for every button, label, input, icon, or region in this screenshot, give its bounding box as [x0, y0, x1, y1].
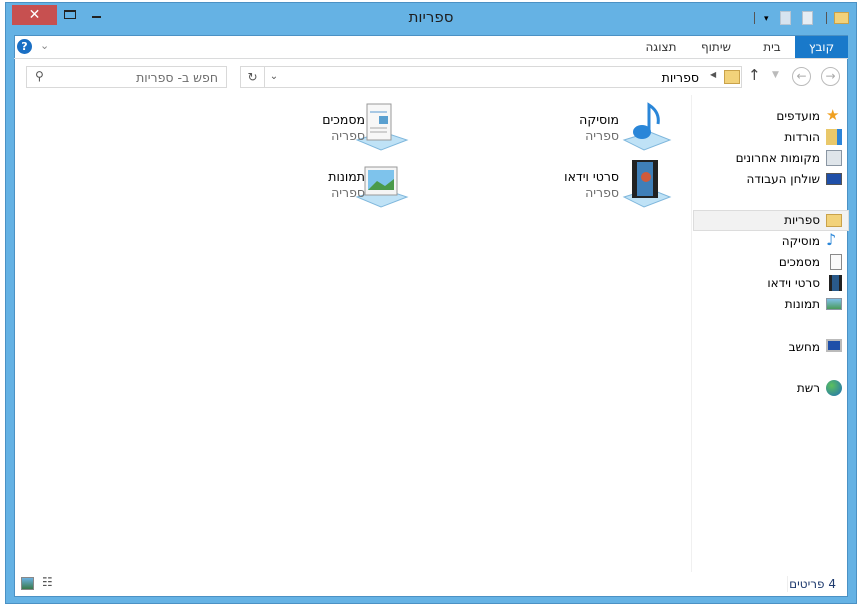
breadcrumb-arrow-icon[interactable]: ◀ — [710, 70, 716, 79]
address-dropdown-icon[interactable]: ⌄ — [265, 67, 283, 87]
nav-label: רשת — [796, 381, 820, 395]
videos-icon — [829, 275, 842, 291]
properties-icon[interactable] — [780, 11, 791, 25]
nav-label: מחשב — [788, 340, 820, 354]
library-folder-icon — [724, 70, 740, 84]
navigation-pane: מועדפים ★ הורדות מקומות אחרונים שולחן העב… — [692, 95, 849, 572]
library-item-pictures[interactable]: תמונות ספריה — [265, 157, 420, 209]
item-name: מוסיקה — [579, 112, 619, 127]
item-type: ספריה — [585, 185, 619, 200]
tab-home[interactable]: בית — [752, 36, 792, 58]
library-item-videos[interactable]: סרטי וידאו ספריה — [520, 157, 675, 209]
nav-videos[interactable]: סרטי וידאו — [767, 273, 842, 293]
nav-downloads[interactable]: הורדות — [784, 127, 842, 147]
pictures-icon — [826, 298, 842, 310]
folder-icon — [834, 12, 849, 24]
breadcrumb-libraries[interactable]: ספריות — [662, 70, 699, 85]
search-icon: ⚲ — [35, 69, 44, 83]
downloads-icon — [826, 129, 842, 145]
item-type: ספריה — [331, 128, 365, 143]
nav-network[interactable]: רשת — [796, 378, 842, 398]
item-count: 4 פריטים — [789, 577, 836, 591]
nav-pictures[interactable]: תמונות — [784, 294, 842, 314]
documents-library-icon — [355, 103, 409, 151]
nav-label: מקומות אחרונים — [735, 151, 820, 165]
ribbon-divider — [14, 58, 848, 59]
customize-toolbar-icon[interactable]: ▾ — [764, 14, 769, 24]
forward-button[interactable]: → — [821, 67, 840, 86]
pictures-library-icon — [355, 166, 409, 208]
item-type: ספריה — [585, 128, 619, 143]
nav-label: תמונות — [784, 297, 820, 311]
nav-label: מסמכים — [778, 255, 820, 269]
large-icons-view-icon[interactable] — [21, 577, 34, 590]
computer-icon — [826, 339, 842, 352]
search-placeholder: חפש ב- ספריות — [136, 70, 218, 85]
nav-label: שולחן העבודה — [746, 172, 820, 186]
nav-documents[interactable]: מסמכים — [778, 252, 842, 272]
tab-file[interactable]: קובץ — [795, 36, 848, 58]
nav-label: מוסיקה — [781, 234, 820, 248]
search-input[interactable]: ⚲ חפש ב- ספריות — [26, 66, 227, 88]
expand-ribbon-icon[interactable]: ⌄ — [40, 39, 49, 52]
library-item-documents[interactable]: מסמכים ספריה — [265, 100, 420, 152]
libraries-icon — [826, 214, 842, 227]
documents-icon — [830, 254, 842, 270]
back-button[interactable]: ← — [792, 67, 811, 86]
recent-places-icon — [826, 150, 842, 166]
nav-recent-places[interactable]: מקומות אחרונים — [735, 148, 842, 168]
nav-music[interactable]: מוסיקה ♪ — [781, 230, 836, 251]
item-type: ספריה — [331, 185, 365, 200]
videos-library-icon — [622, 160, 672, 208]
window-title: ספריות — [408, 8, 454, 26]
item-name: סרטי וידאו — [564, 169, 619, 184]
details-view-icon[interactable]: ☷ — [42, 576, 53, 588]
nav-desktop[interactable]: שולחן העבודה — [746, 169, 842, 189]
help-icon[interactable]: ? — [17, 39, 32, 54]
music-icon: ♪ — [826, 230, 837, 249]
address-bar[interactable]: ↻ ⌄ ◀ ספריות — [240, 66, 742, 88]
up-button[interactable]: ↑ — [748, 66, 761, 84]
nav-computer[interactable]: מחשב — [788, 337, 842, 357]
star-icon: ★ — [826, 106, 840, 124]
refresh-button[interactable]: ↻ — [241, 67, 265, 87]
quick-access-toolbar: ▾ — [752, 10, 852, 26]
nav-libraries[interactable]: ספריות — [784, 210, 842, 230]
new-folder-icon[interactable] — [802, 11, 813, 25]
nav-favorites[interactable]: מועדפים ★ — [776, 106, 839, 126]
nav-label: הורדות — [784, 130, 820, 144]
recent-locations-icon[interactable]: ▼ — [772, 70, 779, 80]
network-icon — [826, 380, 842, 396]
item-name: מסמכים — [322, 112, 365, 127]
tab-view[interactable]: תצוגה — [636, 36, 686, 58]
nav-label: מועדפים — [776, 109, 820, 123]
nav-label: ספריות — [784, 213, 820, 227]
library-item-music[interactable]: מוסיקה ספריה — [520, 100, 675, 152]
item-name: תמונות — [328, 169, 365, 184]
nav-label: סרטי וידאו — [767, 276, 820, 290]
desktop-icon — [826, 173, 842, 185]
music-library-icon — [622, 102, 672, 151]
status-divider — [787, 576, 788, 592]
tab-share[interactable]: שיתוף — [690, 36, 742, 58]
